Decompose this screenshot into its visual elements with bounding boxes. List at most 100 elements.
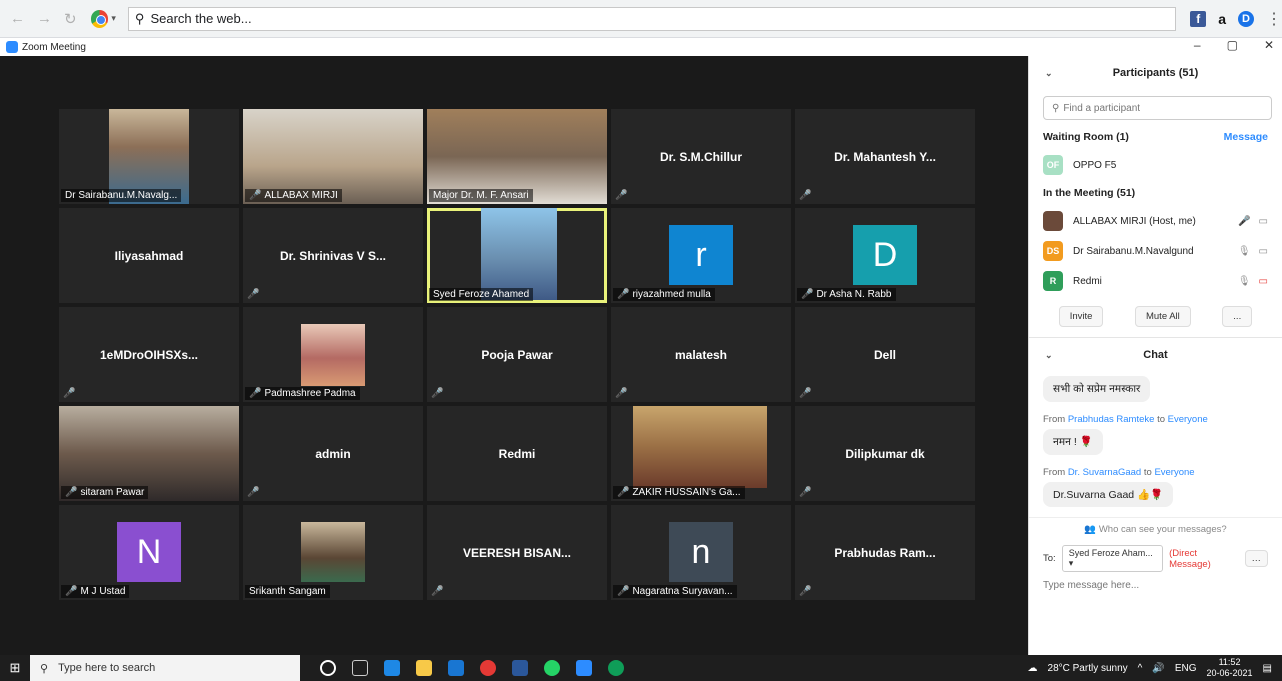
sender-name[interactable]: Dr. SuvarnaGaad	[1068, 467, 1141, 478]
video-tile[interactable]: 1eMDroOIHSXs... 🎤	[59, 307, 239, 402]
back-icon[interactable]: ←	[10, 10, 25, 28]
video-tile[interactable]: Dr Sairabanu.M.Navalg...	[59, 109, 239, 204]
video-tile[interactable]: Dell 🎤	[795, 307, 975, 402]
video-tile[interactable]: Srikanth Sangam	[243, 505, 423, 600]
mic-muted-icon: 🎤	[249, 190, 262, 201]
chevron-down-icon[interactable]: ▾	[111, 13, 116, 24]
chrome-icon[interactable]	[90, 9, 109, 28]
mail-icon[interactable]	[448, 660, 464, 676]
chat-input[interactable]: Type message here...	[1029, 576, 1282, 595]
search-input[interactable]: ⚲ Search the web...	[127, 6, 1177, 31]
to-word: to	[1143, 467, 1152, 478]
recipient-name[interactable]: Everyone	[1154, 467, 1194, 478]
chat-messages: सभी को सप्रेम नमस्कार From Prabhudas Ram…	[1029, 372, 1282, 511]
video-tile[interactable]: Prabhudas Ram... 🎤	[795, 505, 975, 600]
participant-row[interactable]: R Redmi 🎙 ▭	[1029, 266, 1282, 296]
windows-start-icon[interactable]: ⊞	[0, 660, 30, 676]
forward-icon[interactable]: →	[37, 10, 52, 28]
video-tile[interactable]: 🎤 ALLABAX MIRJI	[243, 109, 423, 204]
facebook-icon[interactable]: f	[1190, 10, 1207, 27]
video-icon[interactable]: ▭	[1259, 246, 1268, 257]
maximize-button[interactable]: ▢	[1227, 38, 1238, 52]
notifications-icon[interactable]: ▤	[1263, 663, 1272, 674]
mute-all-button[interactable]: Mute All	[1134, 306, 1191, 327]
mic-icon[interactable]: 🎙	[1238, 276, 1251, 287]
video-tile[interactable]: r 🎤 riyazahmed mulla	[611, 208, 791, 303]
opera-icon[interactable]	[480, 660, 496, 676]
video-tile[interactable]: n 🎤 Nagaratna Suryavan...	[611, 505, 791, 600]
tray-chevron-icon[interactable]: ^	[1138, 663, 1143, 674]
menu-icon[interactable]: ⋮	[1266, 9, 1282, 29]
chevron-down-icon[interactable]: ⌄	[1045, 68, 1053, 79]
extension-icon[interactable]: D	[1238, 10, 1254, 27]
mic-muted-icon[interactable]: 🎤	[1238, 216, 1250, 227]
sender-name[interactable]: Prabhudas Ramteke	[1068, 414, 1155, 425]
video-tile[interactable]: Major Dr. M. F. Ansari	[427, 109, 607, 204]
who-can-see-link[interactable]: 👥 Who can see your messages?	[1029, 517, 1282, 541]
file-explorer-icon[interactable]	[416, 660, 432, 676]
video-tile[interactable]: Pooja Pawar 🎤	[427, 307, 607, 402]
waiting-participant[interactable]: OF OPPO F5	[1029, 150, 1282, 180]
taskbar: ⊞ ⚲ Type here to search ☁ 28°C Partly su…	[0, 655, 1282, 681]
in-meeting-label[interactable]: In the Meeting (51)	[1043, 187, 1135, 199]
name-label: 🎤 Dr Asha N. Rabb	[797, 288, 896, 301]
video-tile[interactable]: Dilipkumar dk 🎤	[795, 406, 975, 501]
whatsapp-icon[interactable]	[544, 660, 560, 676]
video-tile[interactable]: Dr. Shrinivas V S... 🎤	[243, 208, 423, 303]
participant-row[interactable]: ALLABAX MIRJI (Host, me) 🎤 ▭	[1029, 206, 1282, 236]
clock[interactable]: 11:52 20-06-2021	[1207, 657, 1253, 679]
video-tile[interactable]: Dr. S.M.Chillur 🎤	[611, 109, 791, 204]
mic-muted-icon: 🎤	[799, 190, 812, 201]
amazon-icon[interactable]: a	[1218, 11, 1226, 27]
participants-header: ⌄ Participants (51)	[1029, 56, 1282, 90]
weather-text[interactable]: 28°C Partly sunny	[1048, 663, 1128, 674]
more-button[interactable]: …	[1244, 550, 1268, 567]
find-placeholder: Find a participant	[1063, 102, 1141, 114]
video-tile[interactable]: malatesh 🎤	[611, 307, 791, 402]
video-tile[interactable]: Syed Feroze Ahamed	[427, 208, 607, 303]
invite-button[interactable]: Invite	[1058, 306, 1104, 327]
language-indicator[interactable]: ENG	[1175, 663, 1197, 674]
task-view-icon[interactable]	[352, 660, 368, 676]
video-tile[interactable]: admin 🎤	[243, 406, 423, 501]
message-button[interactable]: Message	[1224, 131, 1268, 143]
close-button[interactable]: ✕	[1264, 38, 1274, 52]
name-label: 🎤 sitaram Pawar	[61, 486, 149, 499]
word-icon[interactable]	[512, 660, 528, 676]
nav-buttons: ← → ↻	[0, 10, 77, 28]
more-button[interactable]: ...	[1222, 306, 1253, 327]
chat-title: Chat	[1143, 349, 1168, 361]
zoom-taskbar-icon[interactable]	[576, 660, 592, 676]
video-tile[interactable]: Redmi	[427, 406, 607, 501]
find-participant-input[interactable]: ⚲ Find a participant	[1043, 96, 1272, 120]
search-icon: ⚲	[1052, 102, 1060, 114]
volume-icon[interactable]: 🔊	[1152, 663, 1164, 674]
refresh-icon[interactable]: ↻	[64, 10, 77, 28]
chevron-down-icon[interactable]: ⌄	[1045, 350, 1053, 361]
video-tile[interactable]: N 🎤 M J Ustad	[59, 505, 239, 600]
participant-name: sitaram Pawar	[80, 487, 145, 498]
video-tile[interactable]: VEERESH BISAN... 🎤	[427, 505, 607, 600]
mic-icon[interactable]: 🎙	[1238, 246, 1251, 257]
video-off-icon[interactable]: ▭	[1259, 276, 1268, 287]
name-label: 🎤 Nagaratna Suryavan...	[613, 585, 737, 598]
video-tile[interactable]: 🎤 Padmashree Padma	[243, 307, 423, 402]
video-tile[interactable]: D 🎤 Dr Asha N. Rabb	[795, 208, 975, 303]
waiting-room-label[interactable]: Waiting Room (1)	[1043, 131, 1129, 143]
to-label: To:	[1043, 553, 1056, 564]
taskbar-search[interactable]: ⚲ Type here to search	[30, 655, 300, 681]
video-tile[interactable]: 🎤 ZAKIR HUSSAIN's Ga...	[611, 406, 791, 501]
video-tile[interactable]: 🎤 sitaram Pawar	[59, 406, 239, 501]
edge-icon[interactable]	[608, 660, 624, 676]
minimize-button[interactable]: –	[1194, 38, 1201, 52]
zoom-icon	[6, 41, 18, 53]
video-icon[interactable]: ▭	[1259, 216, 1268, 227]
store-icon[interactable]	[384, 660, 400, 676]
participant-row[interactable]: DS Dr Sairabanu.M.Navalgund 🎙 ▭	[1029, 236, 1282, 266]
recipient-select[interactable]: Syed Feroze Aham... ▾	[1061, 545, 1164, 572]
cortana-icon[interactable]	[320, 660, 336, 676]
recipient-name[interactable]: Everyone	[1168, 414, 1208, 425]
video-tile[interactable]: Iliyasahmad	[59, 208, 239, 303]
participant-name: malatesh	[674, 347, 728, 362]
video-tile[interactable]: Dr. Mahantesh Y... 🎤	[795, 109, 975, 204]
